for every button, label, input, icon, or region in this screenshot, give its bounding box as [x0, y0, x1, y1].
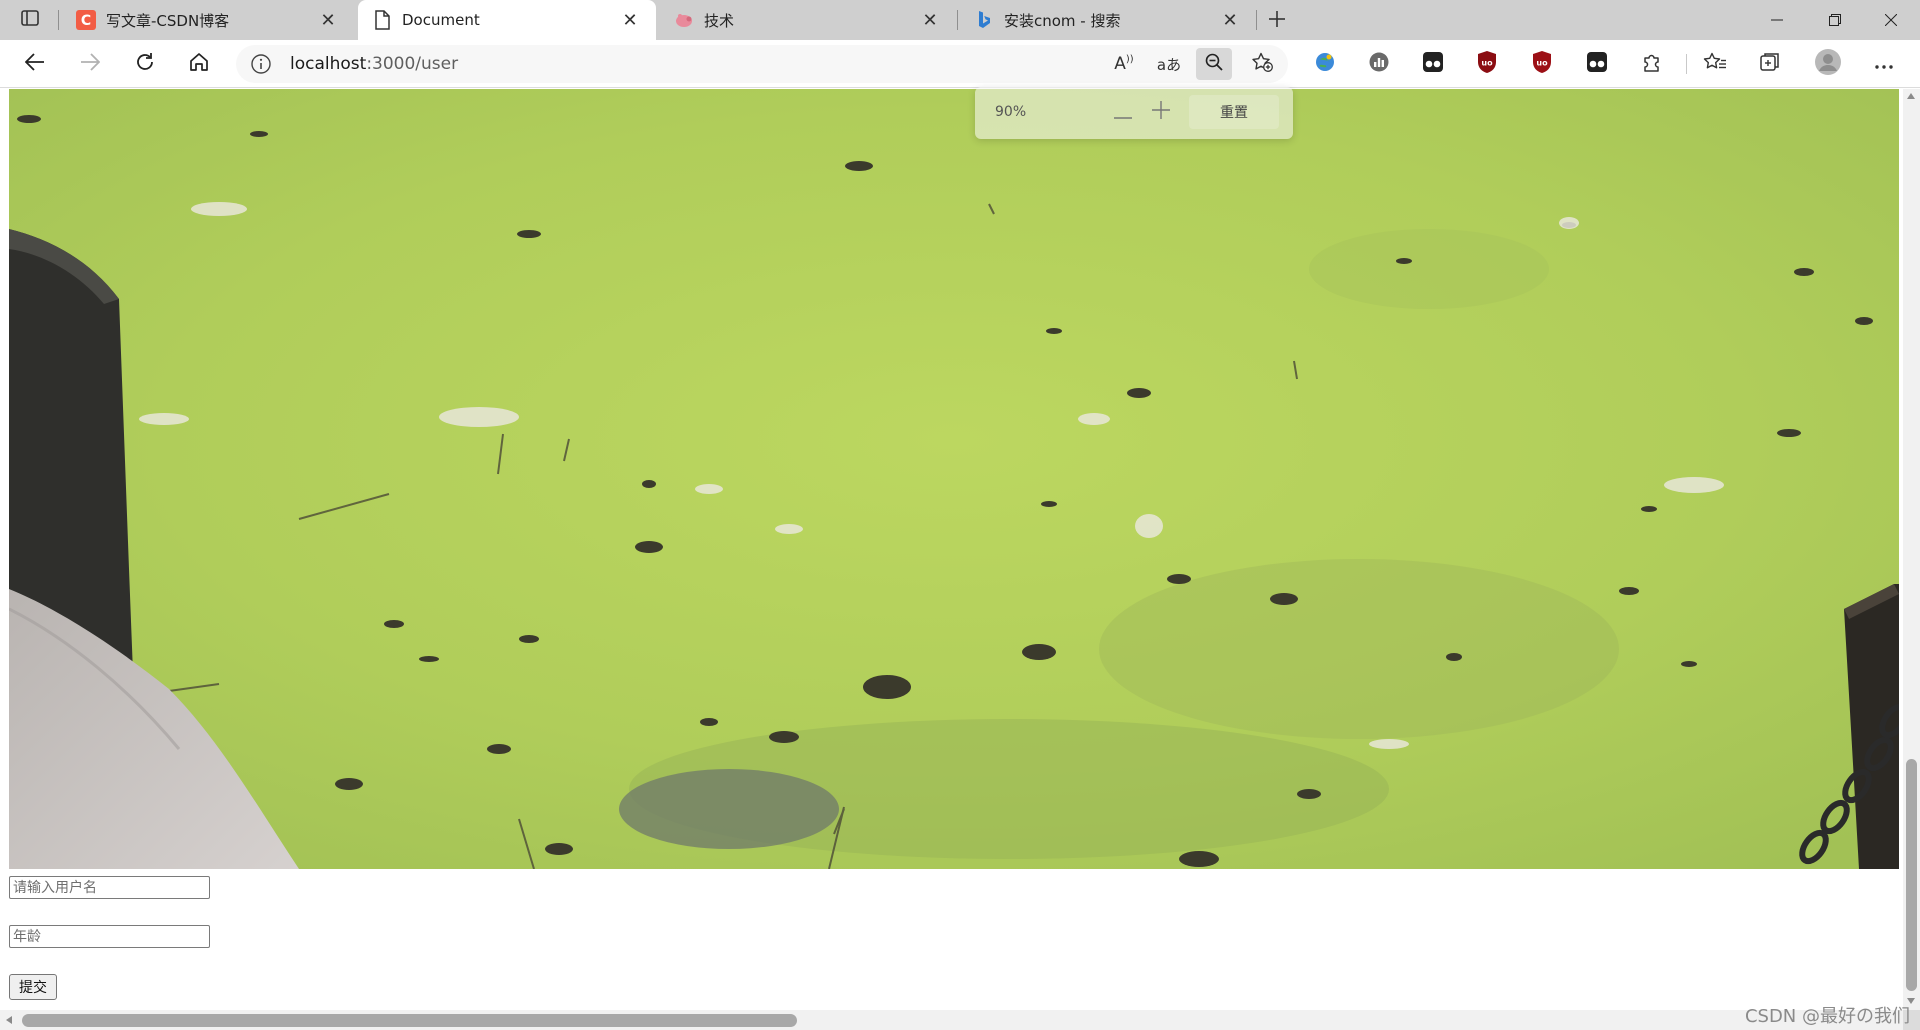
extension-chart-button[interactable] — [1364, 49, 1394, 79]
close-tab-icon[interactable]: ✕ — [316, 8, 340, 32]
tab-separator — [957, 10, 958, 30]
arrow-right-icon — [80, 53, 101, 75]
settings-more-button[interactable] — [1869, 49, 1899, 79]
add-favorite-button[interactable] — [1244, 48, 1280, 80]
tab-title: 技术 — [704, 11, 735, 30]
duckweed-pond-photo — [9, 89, 1899, 869]
horizontal-scroll-thumb[interactable] — [22, 1014, 797, 1027]
forward-button[interactable] — [72, 47, 108, 81]
user-form: 提交 — [9, 876, 210, 1000]
read-aloud-icon: A)) — [1114, 54, 1134, 74]
url-path: :3000/user — [366, 54, 459, 74]
url-text[interactable]: localhost:3000/user — [290, 54, 458, 74]
extension-ublock-button[interactable]: uo — [1472, 49, 1502, 79]
zoom-reset-button[interactable]: 重置 — [1189, 95, 1279, 129]
restore-button[interactable] — [1806, 0, 1864, 40]
page-icon — [372, 10, 392, 30]
tab-actions-icon — [21, 10, 39, 30]
avatar — [1814, 48, 1842, 80]
tab-csdn-editor[interactable]: C 写文章-CSDN博客 ✕ — [62, 0, 354, 40]
info-icon[interactable] — [250, 53, 272, 75]
tampermonkey-icon — [1422, 51, 1444, 77]
address-bar[interactable]: localhost:3000/user A)) aあ — [236, 45, 1288, 83]
zoom-in-button[interactable] — [1146, 97, 1176, 127]
zoom-out-icon — [1205, 53, 1223, 75]
tab-separator — [58, 10, 59, 30]
watermark: CSDN @最好の我们 — [1744, 1006, 1910, 1027]
vertical-scroll-thumb[interactable] — [1906, 759, 1917, 991]
tab-bing-search[interactable]: 安装cnom - 搜索 ✕ — [960, 0, 1256, 40]
minimize-button[interactable] — [1748, 0, 1806, 40]
pig-icon — [674, 10, 694, 30]
close-tab-icon[interactable]: ✕ — [618, 8, 642, 32]
zoom-level: 90% — [995, 104, 1027, 120]
collections-button[interactable] — [1755, 49, 1785, 79]
restore-icon — [1829, 11, 1841, 30]
toolbar-divider — [1686, 54, 1687, 74]
plus-icon — [1268, 5, 1286, 35]
new-tab-button[interactable] — [1262, 6, 1292, 34]
globe-extension-icon — [1314, 51, 1336, 77]
age-input[interactable] — [9, 925, 210, 948]
tab-tech[interactable]: 技术 ✕ — [660, 0, 956, 40]
extension-tampermonkey-button[interactable] — [1418, 49, 1448, 79]
refresh-button[interactable] — [127, 47, 163, 81]
horizontal-scrollbar[interactable] — [0, 1010, 1903, 1030]
translate-button[interactable]: aあ — [1151, 48, 1187, 80]
tab-title: Document — [402, 11, 480, 29]
read-aloud-label: A — [1114, 54, 1126, 74]
plus-icon — [1152, 100, 1170, 125]
tab-title: 写文章-CSDN博客 — [106, 11, 230, 30]
tab-separator — [1256, 10, 1257, 30]
zoom-popup: 90% 重置 — [975, 87, 1293, 139]
close-icon — [1884, 11, 1898, 30]
url-host: localhost — [290, 54, 367, 74]
svg-text:C: C — [81, 13, 91, 29]
favorites-button[interactable] — [1700, 49, 1730, 79]
chart-extension-icon — [1368, 51, 1390, 77]
favorites-icon — [1703, 52, 1727, 76]
tab-title: 安装cnom - 搜索 — [1004, 11, 1121, 30]
extension-tampermonkey-2-button[interactable] — [1582, 49, 1612, 79]
tampermonkey-icon — [1586, 51, 1608, 77]
tab-actions-menu-button[interactable] — [14, 6, 46, 34]
arrow-left-icon — [24, 53, 45, 75]
back-button[interactable] — [17, 47, 53, 81]
extension-globe-button[interactable] — [1310, 49, 1340, 79]
bing-icon — [974, 10, 994, 30]
close-tab-icon[interactable]: ✕ — [918, 8, 942, 32]
svg-text:uo: uo — [1536, 59, 1548, 68]
browser-toolbar: localhost:3000/user A)) aあ uo uo — [0, 40, 1920, 88]
profile-button[interactable] — [1813, 49, 1843, 79]
home-button[interactable] — [181, 47, 217, 81]
svg-text:uo: uo — [1481, 59, 1493, 68]
close-window-button[interactable] — [1862, 0, 1920, 40]
star-add-icon — [1251, 52, 1273, 76]
extension-ublock-2-button[interactable]: uo — [1527, 49, 1557, 79]
puzzle-piece-icon — [1641, 51, 1663, 77]
translate-icon: aあ — [1156, 55, 1182, 74]
page-viewport: 提交 — [0, 89, 1903, 1010]
scroll-up-arrow-icon[interactable] — [1907, 93, 1915, 99]
submit-button[interactable]: 提交 — [9, 974, 57, 1000]
tab-strip: C 写文章-CSDN博客 ✕ Document ✕ 技术 ✕ 安装cnom - … — [0, 0, 1920, 40]
refresh-icon — [135, 52, 155, 76]
csdn-c-icon: C — [76, 10, 96, 30]
collections-icon — [1759, 51, 1781, 77]
close-tab-icon[interactable]: ✕ — [1218, 8, 1242, 32]
extensions-button[interactable] — [1637, 49, 1667, 79]
read-aloud-button[interactable]: A)) — [1106, 48, 1142, 80]
vertical-scrollbar[interactable] — [1903, 89, 1920, 1010]
username-input[interactable] — [9, 876, 210, 899]
zoom-button[interactable] — [1196, 48, 1232, 80]
tab-document[interactable]: Document ✕ — [358, 0, 656, 40]
zoom-out-button[interactable] — [1108, 97, 1138, 127]
home-icon — [189, 52, 209, 76]
ublock-shield-icon: uo — [1531, 50, 1553, 78]
minus-icon — [1114, 100, 1132, 125]
ublock-shield-icon: uo — [1476, 50, 1498, 78]
scroll-left-arrow-icon[interactable] — [6, 1016, 12, 1024]
more-horizontal-icon — [1874, 55, 1894, 74]
minimize-icon — [1771, 11, 1783, 30]
